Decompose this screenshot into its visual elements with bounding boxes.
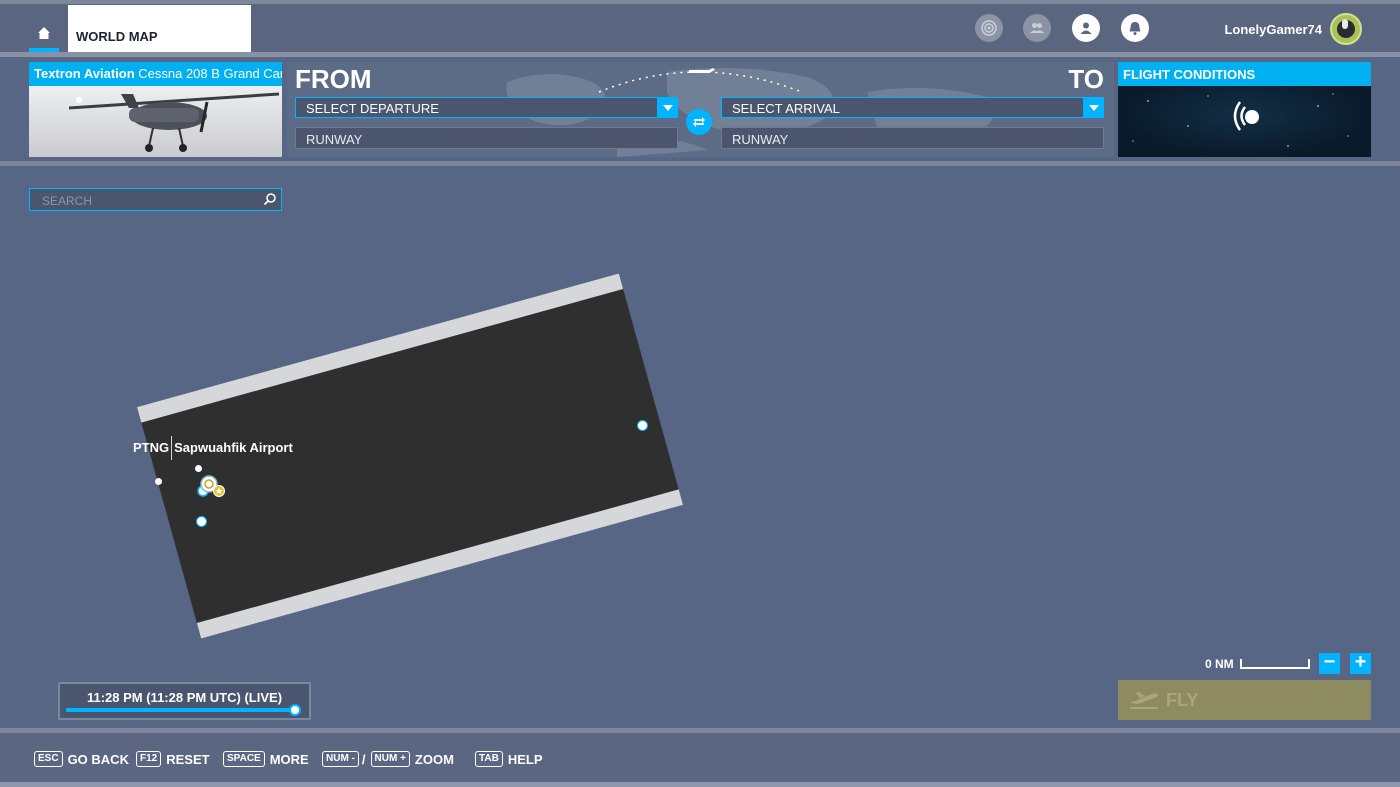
parking-marker[interactable] [196,516,207,527]
bottom-edge [0,782,1400,787]
hint-go-back[interactable]: ESC GO BACK [34,751,129,767]
hint-help[interactable]: TAB HELP [475,751,542,767]
footer-bar: ESC GO BACK F12 RESET SPACE MORE NUM - /… [0,733,1400,787]
takeoff-icon [1130,692,1158,709]
more-label: MORE [269,751,309,767]
activity-button[interactable] [975,14,1003,42]
fly-button[interactable]: FLY [1118,680,1371,720]
avatar[interactable] [1330,13,1362,45]
time-of-day-panel: 11:28 PM (11:28 PM UTC) (LIVE) [58,682,311,720]
chevron-down-icon [662,104,673,111]
aircraft-image [29,86,282,157]
swap-route-button[interactable] [686,109,712,135]
airport-name: Sapwuahfik Airport [174,440,293,455]
arrival-dropdown-button[interactable] [1083,97,1104,118]
airport-poi-icon[interactable] [194,474,228,498]
friends-button[interactable] [1023,14,1051,42]
go-back-label: GO BACK [67,751,129,767]
notifications-button[interactable] [1121,14,1149,42]
flight-arc-icon [598,68,803,93]
time-display: 11:28 PM (11:28 PM UTC) (LIVE) [86,690,283,705]
esc-key: ESC [34,751,63,767]
home-icon [38,27,50,39]
arrival-select-text: SELECT ARRIVAL [732,101,840,116]
zoom-out-button[interactable]: − [1319,652,1340,674]
departure-runway-field[interactable]: RUNWAY [295,127,678,149]
airport-label[interactable]: PTNG Sapwuahfik Airport [133,436,293,460]
from-label: FROM [295,64,372,94]
flight-conditions-panel[interactable]: FLIGHT CONDITIONS [1118,62,1371,157]
time-slider-handle[interactable] [289,704,301,716]
help-label: HELP [507,751,543,767]
friends-icon [1030,23,1044,33]
map-scale-label: 0 NM [1205,657,1234,671]
arrival-runway-field[interactable]: RUNWAY [721,127,1104,149]
key-separator: / [361,751,366,767]
chevron-down-icon [1088,104,1099,111]
runway-end-marker[interactable] [637,420,648,431]
hint-more[interactable]: SPACE MORE [223,751,309,767]
swap-icon [693,117,705,127]
map-scale-bar [1240,659,1310,669]
notifications-icon [1129,22,1141,35]
moon-icon [1245,110,1259,124]
hint-zoom[interactable]: NUM - / NUM + ZOOM [322,751,454,767]
profile-icon [1080,22,1092,34]
header-divider [0,52,1400,57]
tab-key: TAB [475,751,503,767]
fly-label: FLY [1166,690,1199,710]
waypoint-marker[interactable] [195,465,202,472]
airport-code: PTNG [133,440,170,455]
airplane-photo-icon [68,92,280,152]
profile-button[interactable] [1072,14,1100,42]
aircraft-title: Textron Aviation Cessna 208 B Grand Cara [29,62,282,86]
avatar-highlight [1342,19,1348,29]
arrival-select[interactable]: SELECT ARRIVAL [721,97,1104,118]
arrival-runway-text: RUNWAY [732,132,789,147]
num-plus-key: NUM + [370,751,410,767]
departure-dropdown-button[interactable] [657,97,678,118]
zoom-in-button[interactable]: + [1350,652,1371,674]
departure-select[interactable]: SELECT DEPARTURE [295,97,678,118]
waypoint-marker[interactable] [155,478,162,485]
time-slider-track[interactable] [66,708,296,712]
activity-icon [981,20,997,36]
to-label: TO [1068,64,1104,94]
f12-key: F12 [136,751,162,767]
departure-runway-text: RUNWAY [306,132,363,147]
num-minus-key: NUM - [322,751,359,767]
world-map[interactable]: PTNG Sapwuahfik Airport [0,166,1400,730]
route-panel: FROM TO SELECT DEPARTURE RUNWAY SELECT A… [287,62,1114,157]
space-key: SPACE [223,751,265,767]
hint-reset[interactable]: F12 RESET [136,751,210,767]
reset-label: RESET [166,751,210,767]
zoom-label: ZOOM [414,751,454,767]
username[interactable]: LonelyGamer74 [1224,22,1322,37]
departure-select-text: SELECT DEPARTURE [306,101,439,116]
flight-conditions-title: FLIGHT CONDITIONS [1118,62,1371,86]
tab-world-map[interactable]: WORLD MAP [68,5,251,53]
aircraft-selector[interactable]: Textron Aviation Cessna 208 B Grand Cara [29,62,282,157]
